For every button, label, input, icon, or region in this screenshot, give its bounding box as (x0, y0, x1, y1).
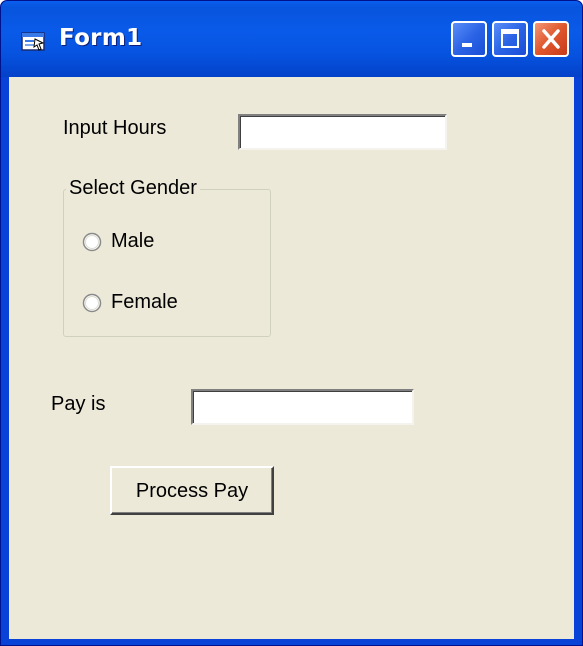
radio-button-icon[interactable] (82, 293, 102, 313)
form-window: Form1 Input Hours Select Gender Male Fem… (0, 0, 583, 646)
maximize-button[interactable] (492, 21, 528, 57)
radio-button-icon[interactable] (82, 232, 102, 252)
close-button[interactable] (533, 21, 569, 57)
input-hours-label: Input Hours (63, 117, 167, 139)
title-bar[interactable]: Form1 (1, 1, 582, 77)
pay-output-field[interactable] (191, 389, 414, 425)
process-pay-button[interactable]: Process Pay (110, 466, 274, 515)
window-title: Form1 (59, 25, 143, 51)
pay-is-label: Pay is (51, 393, 106, 415)
maximize-icon (501, 29, 519, 48)
minimize-icon (462, 43, 472, 47)
select-gender-group: Select Gender Male Female (63, 177, 271, 337)
minimize-button[interactable] (451, 21, 487, 57)
form-client-area: Input Hours Select Gender Male Female Pa… (9, 77, 574, 639)
select-gender-label: Select Gender (66, 177, 200, 200)
close-icon (542, 29, 560, 49)
radio-male-label: Male (111, 230, 155, 252)
input-hours-field[interactable] (238, 114, 447, 150)
radio-female-label: Female (111, 291, 178, 313)
form-app-icon[interactable] (21, 31, 47, 53)
